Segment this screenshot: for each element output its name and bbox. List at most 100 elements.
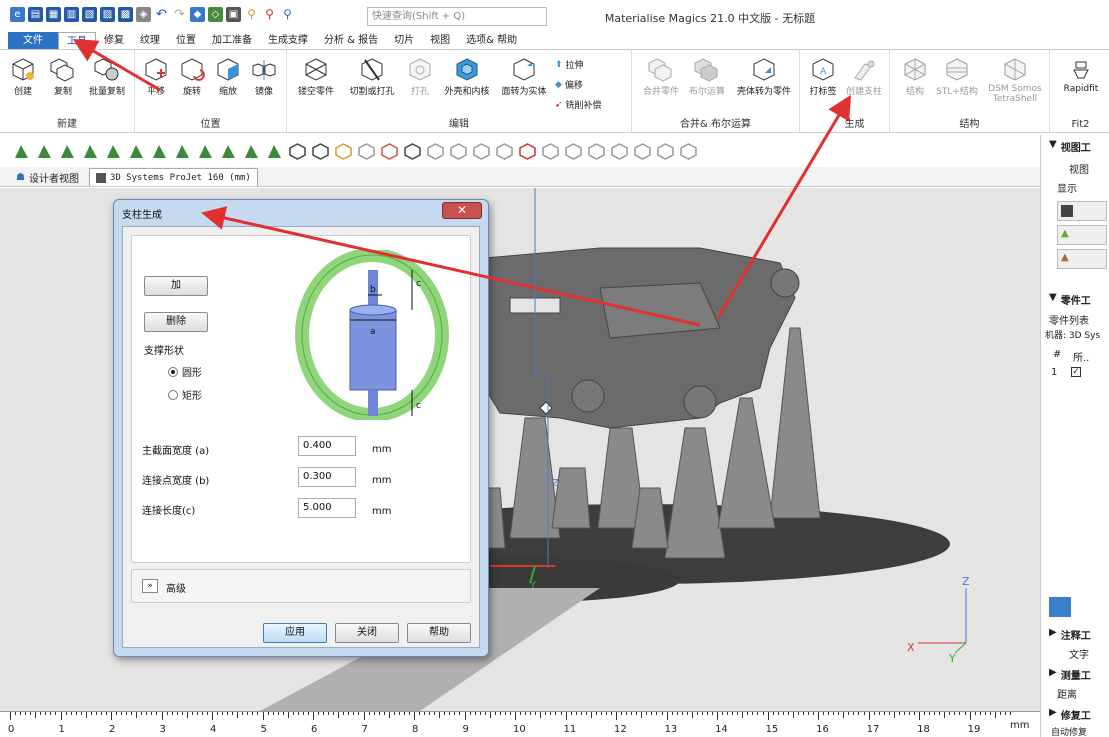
view-tab[interactable]: 视图 [1069, 161, 1089, 176]
create-button[interactable]: 创建 [4, 56, 42, 97]
boolean-button[interactable]: 布尔运算 [684, 56, 730, 97]
tab-support[interactable]: 生成支撑 [260, 32, 316, 49]
new-file-icon[interactable]: ▤ [28, 7, 43, 22]
toolbar-shape-icon-18[interactable] [403, 142, 422, 161]
display-dropdown-3[interactable]: ▲ [1057, 249, 1107, 269]
toolbar-shape-icon-27[interactable] [610, 142, 629, 161]
extrude-button[interactable]: ⬆ 拉伸 [555, 58, 584, 72]
auto-repair-tab[interactable]: 自动修复 [1051, 725, 1087, 737]
shape-circle-radio[interactable]: 圆形 [168, 364, 202, 379]
redo-icon[interactable]: ↷ [172, 7, 187, 22]
toolbar-shape-icon-6[interactable] [127, 142, 146, 161]
distance-tab[interactable]: 距离 [1057, 686, 1077, 701]
zoom-icon[interactable]: ⚲ [244, 7, 259, 22]
quick-search-input[interactable]: 快速查询(Shift + Q) [367, 7, 547, 26]
toolbar-shape-icon-28[interactable] [633, 142, 652, 161]
toolbar-shape-icon-21[interactable] [472, 142, 491, 161]
help-button[interactable]: 帮助 [407, 623, 471, 643]
repair-tools-header[interactable]: ▶ 修复工 [1049, 707, 1091, 722]
mirror-button[interactable]: 镜像 [245, 56, 283, 97]
part-visible-checkbox[interactable]: ✓ [1071, 367, 1081, 377]
delete-button[interactable]: 删除 [144, 312, 208, 332]
face-to-solid-button[interactable]: 面转为实体 [497, 56, 551, 97]
add-button[interactable]: 加 [144, 276, 208, 296]
export-icon[interactable]: ▩ [118, 7, 133, 22]
toolbar-shape-icon-3[interactable] [58, 142, 77, 161]
import-icon[interactable]: ▨ [100, 7, 115, 22]
scale-button[interactable]: 缩放 [209, 56, 247, 97]
toolbar-shape-icon-13[interactable] [288, 142, 307, 161]
toolbar-shape-icon-1[interactable] [12, 142, 31, 161]
toolbar-shape-icon-23[interactable] [518, 142, 537, 161]
toolbar-shape-icon-26[interactable] [587, 142, 606, 161]
view-icon[interactable]: ◆ [190, 7, 205, 22]
annotation-tools-header[interactable]: ▶ 注释工 [1049, 627, 1091, 642]
save-as-icon[interactable]: ▧ [82, 7, 97, 22]
copy-button[interactable]: 复制 [44, 56, 82, 97]
tab-analysis[interactable]: 分析 & 报告 [316, 32, 386, 49]
tab-view[interactable]: 视图 [422, 32, 458, 49]
toolbar-shape-icon-5[interactable] [104, 142, 123, 161]
milling-comp-button[interactable]: ➹ 铣削补偿 [555, 98, 602, 112]
toolbar-shape-icon-20[interactable] [449, 142, 468, 161]
toolbar-shape-icon-16[interactable] [357, 142, 376, 161]
part-list-tab[interactable]: 零件列表 [1049, 312, 1089, 327]
logo-icon[interactable]: e [10, 7, 25, 22]
batch-copy-button[interactable]: 批量复制 [84, 56, 130, 97]
select-icon[interactable]: ◇ [208, 7, 223, 22]
tab-tools[interactable]: 工具 [58, 32, 96, 49]
undo-icon[interactable]: ↶ [154, 7, 169, 22]
toolbar-shape-icon-25[interactable] [564, 142, 583, 161]
toolbar-shape-icon-10[interactable] [219, 142, 238, 161]
tab-slice[interactable]: 切片 [386, 32, 422, 49]
expand-chevron-icon[interactable]: » [142, 579, 158, 593]
dialog-close-button[interactable]: ✕ [442, 202, 482, 219]
toolbar-shape-icon-4[interactable] [81, 142, 100, 161]
shading-dropdown[interactable] [1057, 201, 1107, 221]
part-icon[interactable]: ◈ [136, 7, 151, 22]
toolbar-shape-icon-2[interactable] [35, 142, 54, 161]
toolbar-shape-icon-19[interactable] [426, 142, 445, 161]
stl-structure-button[interactable]: STL+结构 [934, 56, 980, 97]
toolbar-shape-icon-9[interactable] [196, 142, 215, 161]
toolbar-shape-icon-11[interactable] [242, 142, 261, 161]
offset-button[interactable]: ◆ 偏移 [555, 78, 583, 92]
open-file-icon[interactable]: ▦ [46, 7, 61, 22]
text-tab[interactable]: 文字 [1069, 646, 1089, 661]
tab-repair[interactable]: 修复 [96, 32, 132, 49]
zoom-out-icon[interactable]: ⚲ [262, 7, 277, 22]
cut-or-punch-button[interactable]: 切割或打孔 [343, 56, 401, 97]
tab-position[interactable]: 位置 [168, 32, 204, 49]
tab-build-prep[interactable]: 加工准备 [204, 32, 260, 49]
toolbar-shape-icon-14[interactable] [311, 142, 330, 161]
rotate-button[interactable]: 旋转 [173, 56, 211, 97]
toolbar-shape-icon-15[interactable] [334, 142, 353, 161]
cube-icon[interactable]: ▣ [226, 7, 241, 22]
toolbar-shape-icon-30[interactable] [679, 142, 698, 161]
punch-hole-button[interactable]: 打孔 [401, 56, 439, 97]
tab-machine-view[interactable]: 3D Systems ProJet 160 (mm) [88, 168, 258, 186]
merge-parts-button[interactable]: 合并零件 [638, 56, 684, 97]
field-b-input[interactable]: 0.300 [298, 467, 356, 487]
toolbar-shape-icon-22[interactable] [495, 142, 514, 161]
toolbar-shape-icon-12[interactable] [265, 142, 284, 161]
field-a-input[interactable]: 0.400 [298, 436, 356, 456]
tab-designer-view[interactable]: ☗ 设计者视图 [10, 168, 85, 186]
display-dropdown-2[interactable]: ▲ [1057, 225, 1107, 245]
hollow-part-button[interactable]: 镂空零件 [291, 56, 341, 97]
toolbar-shape-icon-29[interactable] [656, 142, 675, 161]
shape-rect-radio[interactable]: 矩形 [168, 387, 202, 402]
save-icon[interactable]: ▥ [64, 7, 79, 22]
tab-options-help[interactable]: 选项& 帮助 [458, 32, 525, 49]
translate-button[interactable]: 平移 [137, 56, 175, 97]
toolbar-shape-icon-17[interactable] [380, 142, 399, 161]
tetrashell-button[interactable]: DSM Somos TetraShell [984, 56, 1046, 104]
advanced-panel[interactable]: » 高级 [131, 569, 471, 603]
view-tools-header[interactable]: ▼ 视图工 [1049, 139, 1091, 154]
toolbar-shape-icon-7[interactable] [150, 142, 169, 161]
tab-file[interactable]: 文件 [8, 32, 58, 49]
toolbar-shape-icon-8[interactable] [173, 142, 192, 161]
tab-texture[interactable]: 纹理 [132, 32, 168, 49]
structure-button[interactable]: 结构 [896, 56, 934, 97]
field-c-input[interactable]: 5.000 [298, 498, 356, 518]
